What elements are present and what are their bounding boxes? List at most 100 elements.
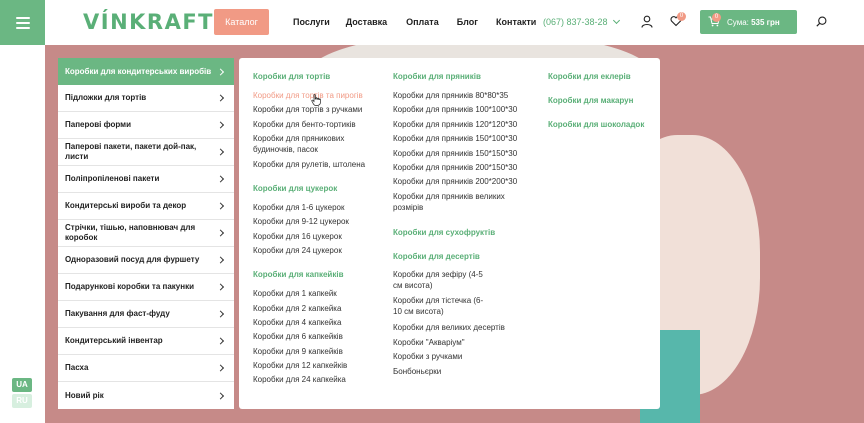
menu-link[interactable]: Коробки для 9-12 цукерок (253, 216, 349, 227)
menu-link[interactable]: Коробки для тістечка (6-10 см висота) (393, 295, 488, 317)
chevron-right-icon (216, 229, 225, 237)
menu-link[interactable]: Коробки для бенто-тортиків (253, 119, 356, 130)
chevron-right-icon (216, 148, 225, 156)
menu-link[interactable]: Коробки для пряникових будиночків, пасок (253, 133, 373, 155)
categories-panel: Коробки для кондитерських виробів Підлож… (58, 58, 234, 409)
menu-link[interactable]: Коробки для рулетів, штолена (253, 159, 365, 170)
chevron-right-icon (216, 67, 225, 76)
menu-link[interactable]: Коробки для пряників 200*200*30 (393, 176, 517, 187)
nav-services[interactable]: Послуги (293, 17, 330, 27)
phone-dropdown[interactable]: (067) 837-38-28 (543, 16, 620, 27)
menu-group-title[interactable]: Коробки для еклерів (548, 72, 631, 81)
category-label: Паперові пакети, пакети дой-пак, листи (65, 142, 197, 161)
menu-link[interactable]: Коробки для 1-6 цукерок (253, 202, 344, 213)
menu-link[interactable]: Коробки для 24 капкейка (253, 374, 346, 385)
catalog-button[interactable]: Каталог (214, 9, 269, 35)
category-label: Кондитерський інвентар (65, 336, 163, 345)
chevron-right-icon (216, 337, 225, 345)
menu-group-title[interactable]: Коробки для тортів (253, 72, 330, 81)
category-label: Коробки для кондитерських виробів (65, 66, 212, 76)
category-label: Новий рік (65, 390, 104, 400)
category-label: Кондитерські вироби та декор (65, 201, 187, 210)
menu-link[interactable]: Коробки для 2 капкейка (253, 303, 341, 314)
category-label: Пасха (65, 363, 89, 372)
nav-payment[interactable]: Оплата (406, 17, 439, 27)
category-label: Одноразовий посуд для фуршету (65, 255, 200, 264)
mega-menu: Коробки для тортів Коробки для тортів та… (239, 58, 660, 409)
menu-link[interactable]: Коробки для 4 капкейка (253, 317, 341, 328)
menu-link[interactable]: Коробки для пряників 150*100*30 (393, 133, 517, 144)
menu-link[interactable]: Коробки "Акваріум" (393, 337, 465, 348)
user-icon[interactable] (641, 15, 653, 28)
nav-blog[interactable]: Блог (457, 17, 478, 27)
chevron-right-icon (216, 175, 225, 183)
cart-sum: Сума: 535 грн (727, 18, 780, 27)
category-item[interactable]: Кондитерські вироби та декор (58, 193, 234, 220)
site-header: VÍNKRAFT Каталог Послуги Доставка Оплата… (0, 0, 864, 45)
hand-cursor-icon (311, 94, 321, 106)
menu-link[interactable]: Коробки з ручками (393, 351, 462, 362)
menu-group-title[interactable]: Коробки для капкейків (253, 270, 343, 279)
menu-link[interactable]: Коробки для пряників 200*150*30 (393, 162, 517, 173)
menu-link[interactable]: Коробки для пряників 80*80*35 (393, 90, 508, 101)
category-item[interactable]: Пакування для фаст-фуду (58, 301, 234, 328)
category-label: Поліпропіленові пакети (65, 174, 160, 183)
lang-ua-button[interactable]: UA (12, 378, 32, 392)
left-rail (0, 45, 45, 423)
category-item[interactable]: Новий рік (58, 382, 234, 409)
category-item[interactable]: Подарункові коробки та пакунки (58, 274, 234, 301)
menu-link[interactable]: Коробки для 1 капкейк (253, 288, 337, 299)
chevron-right-icon (216, 202, 225, 210)
category-label: Паперові форми (65, 120, 132, 129)
menu-link[interactable]: Коробки для зефіру (4-5 см висота) (393, 269, 488, 291)
menu-link[interactable]: Коробки для пряників великих розмірів (393, 191, 525, 213)
menu-burger-button[interactable] (0, 0, 45, 45)
nav-contacts[interactable]: Контакти (496, 17, 536, 27)
menu-link[interactable]: Коробки для 16 цукерок (253, 231, 342, 242)
menu-group-title[interactable]: Коробки для десертів (393, 252, 480, 261)
chevron-right-icon (216, 256, 225, 264)
category-label: Підложки для тортів (65, 93, 147, 102)
category-item[interactable]: Кондитерський інвентар (58, 328, 234, 355)
cart-sum-label: Сума: (727, 18, 749, 27)
category-item[interactable]: Коробки для кондитерських виробів (58, 58, 234, 85)
menu-link[interactable]: Коробки для пряників 150*150*30 (393, 148, 517, 159)
menu-link[interactable]: Коробки для 12 капкейків (253, 360, 347, 371)
menu-link[interactable]: Коробки для пряників 120*120*30 (393, 119, 517, 130)
menu-group-title[interactable]: Коробки для сухофруктів (393, 228, 495, 237)
menu-link[interactable]: Коробки для тортів з ручками (253, 104, 362, 115)
menu-link[interactable]: Коробки для 24 цукерок (253, 245, 342, 256)
search-icon[interactable] (816, 16, 827, 27)
menu-group-title[interactable]: Коробки для шоколадок (548, 120, 644, 129)
category-item[interactable]: Пасха (58, 355, 234, 382)
cart-count-badge: 0 (712, 13, 721, 22)
chevron-down-icon (612, 16, 620, 25)
menu-group-title[interactable]: Коробки для пряників (393, 72, 481, 81)
menu-link[interactable]: Коробки для великих десертів (393, 322, 505, 333)
favorites-count-badge: 0 (677, 12, 686, 21)
chevron-right-icon (216, 121, 225, 129)
category-label: Пакування для фаст-фуду (65, 309, 170, 318)
lang-ru-button[interactable]: RU (12, 394, 32, 408)
menu-link[interactable]: Коробки для пряників 100*100*30 (393, 104, 517, 115)
menu-group-title[interactable]: Коробки для макарун (548, 96, 633, 105)
chevron-right-icon (216, 283, 225, 291)
chevron-right-icon (216, 310, 225, 318)
menu-link[interactable]: Коробки для 6 капкейків (253, 331, 343, 342)
burger-line (15, 21, 30, 24)
main-nav: Послуги Доставка Оплата Блог Контакти (293, 17, 556, 27)
category-label: Подарункові коробки та пакунки (65, 282, 194, 291)
category-item[interactable]: Паперові пакети, пакети дой-пак, листи (58, 139, 234, 166)
menu-link[interactable]: Бонбоньєрки (393, 366, 441, 377)
menu-link[interactable]: Коробки для 9 капкейків (253, 346, 343, 357)
nav-delivery[interactable]: Доставка (346, 17, 387, 27)
menu-link[interactable]: Коробки для тортів та пирогів (253, 90, 363, 101)
category-item[interactable]: Одноразовий посуд для фуршету (58, 247, 234, 274)
category-item[interactable]: Поліпропіленові пакети (58, 166, 234, 193)
logo[interactable]: VÍNKRAFT (83, 10, 214, 34)
category-item[interactable]: Підложки для тортів (58, 85, 234, 112)
category-item[interactable]: Стрічки, тішью, наповнювач для коробок (58, 220, 234, 247)
chevron-right-icon (216, 94, 225, 102)
category-item[interactable]: Паперові форми (58, 112, 234, 139)
menu-group-title[interactable]: Коробки для цукерок (253, 184, 337, 193)
